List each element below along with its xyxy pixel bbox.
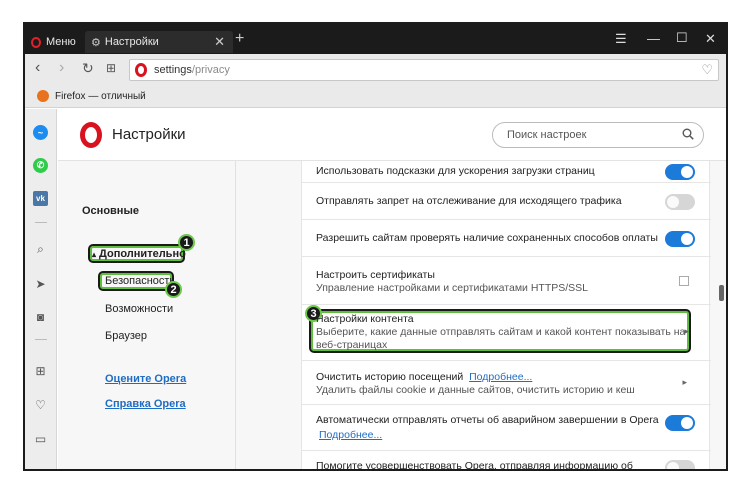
title-bar: Меню ⚙ Настройки ✕ + ☰ — ☐ ✕ (25, 24, 726, 54)
nav-advanced[interactable]: ▴ Дополнительно (92, 248, 186, 260)
settings-page: Настройки Поиск настроек Основные ▴ Допол… (58, 109, 726, 469)
rate-opera-link[interactable]: Оцените Opera (105, 373, 186, 385)
nav-features[interactable]: Возможности (105, 303, 173, 315)
heart-icon[interactable]: ♡ (701, 62, 713, 78)
settings-header: Настройки Поиск настроек (58, 109, 726, 161)
sidebar-divider (35, 339, 47, 340)
bookmarks-bar: Firefox — отличный (25, 86, 726, 108)
messenger-icon[interactable]: ~ (33, 125, 48, 140)
chevron-right-icon: ▸ (684, 326, 689, 336)
callout-badge-1: 1 (178, 234, 195, 251)
speed-dial-icon[interactable]: ⊞ (33, 363, 48, 378)
search-placeholder: Поиск настроек (507, 129, 587, 141)
settings-nav: Основные ▴ Дополнительно 1 Безопасность 2… (58, 161, 236, 469)
url-text: settings/privacy (154, 64, 230, 76)
nav-basic[interactable]: Основные (82, 205, 139, 217)
close-tab-icon[interactable]: ✕ (214, 34, 225, 50)
minimize-icon[interactable]: — (647, 31, 660, 46)
setting-row: Помогите усовершенствовать Opera, отправ… (302, 451, 711, 469)
gear-icon: ⚙ (91, 36, 101, 49)
menu-label: Меню (46, 36, 76, 48)
toggle-switch[interactable] (665, 194, 695, 210)
help-opera-link[interactable]: Справка Opera (105, 398, 186, 410)
more-info-link[interactable]: Подробнее... (469, 371, 532, 383)
setting-row: Разрешить сайтам проверять наличие сохра… (302, 220, 711, 257)
opera-logo-icon (31, 36, 41, 48)
speed-dial-icon[interactable]: ⊞ (106, 61, 116, 75)
external-link-icon (679, 276, 689, 286)
opera-logo-icon (80, 122, 102, 148)
search-icon (682, 128, 694, 140)
back-icon[interactable]: ‹ (35, 59, 40, 77)
callout-badge-2: 2 (165, 281, 182, 298)
search-icon[interactable]: ⌕ (33, 242, 48, 257)
search-input[interactable]: Поиск настроек (492, 122, 704, 148)
toggle-switch[interactable] (665, 460, 695, 469)
forward-icon[interactable]: › (59, 59, 64, 77)
setting-row: Использовать подсказки для ускорения заг… (302, 161, 711, 183)
nav-security[interactable]: Безопасность (105, 275, 175, 287)
firefox-icon (37, 90, 49, 102)
new-tab-button[interactable]: + (235, 30, 244, 48)
address-bar[interactable]: settings/privacy ♡ (129, 59, 719, 81)
vk-icon[interactable]: vk (33, 191, 48, 206)
chevron-up-icon: ▴ (92, 250, 97, 259)
bookmark-item[interactable]: Firefox — отличный (37, 90, 146, 102)
page-title: Настройки (112, 126, 186, 143)
sidebar: ~ ✆ vk ⌕ ➤ ◙ ⊞ ♡ ▭ (25, 109, 57, 469)
browser-window: Меню ⚙ Настройки ✕ + ☰ — ☐ ✕ ‹ › ↻ ⊞ set… (23, 22, 728, 471)
heart-icon[interactable]: ♡ (33, 397, 48, 412)
send-icon[interactable]: ➤ (33, 276, 48, 291)
clear-history-row[interactable]: Очистить историю посещений Подробнее... … (302, 361, 711, 405)
toggle-switch[interactable] (665, 231, 695, 247)
toggle-switch[interactable] (665, 164, 695, 180)
certificates-row[interactable]: Настроить сертификаты Управление настрой… (302, 257, 711, 305)
nav-browser[interactable]: Браузер (105, 330, 147, 342)
scrollbar[interactable] (716, 161, 726, 469)
close-window-icon[interactable]: ✕ (705, 31, 716, 47)
navigation-bar: ‹ › ↻ ⊞ settings/privacy ♡ (25, 54, 726, 86)
settings-panel: Использовать подсказки для ускорения заг… (301, 161, 711, 469)
chevron-right-icon: ▸ (682, 377, 687, 387)
camera-icon[interactable]: ◙ (33, 309, 48, 324)
reload-icon[interactable]: ↻ (82, 60, 94, 77)
setting-row: Автоматически отправлять отчеты об авари… (302, 405, 711, 451)
content-settings-row[interactable]: 3 Настройки контента Выберите, какие дан… (302, 305, 711, 361)
tab-title: Настройки (104, 36, 159, 48)
history-icon[interactable]: ▭ (33, 431, 48, 446)
more-info-link[interactable]: Подробнее... (319, 429, 382, 441)
setting-row: Отправлять запрет на отслеживание для ис… (302, 183, 711, 220)
opera-logo-icon (135, 63, 147, 77)
maximize-icon[interactable]: ☐ (676, 30, 688, 46)
sidebar-divider (35, 222, 47, 223)
tab-settings[interactable]: ⚙ Настройки ✕ (85, 31, 233, 53)
toggle-switch[interactable] (665, 415, 695, 431)
whatsapp-icon[interactable]: ✆ (33, 158, 48, 173)
opera-menu-button[interactable]: Меню (31, 31, 83, 53)
tab-menu-icon[interactable]: ☰ (615, 31, 627, 47)
scrollbar-thumb[interactable] (719, 285, 724, 301)
